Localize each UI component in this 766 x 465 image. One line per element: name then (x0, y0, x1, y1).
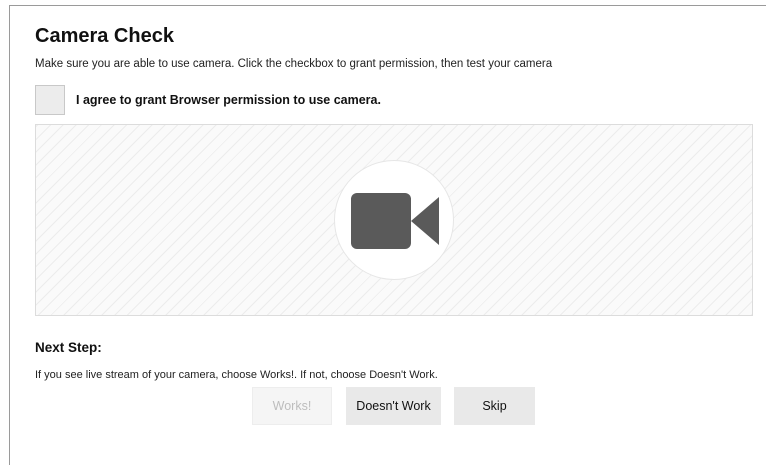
page-title: Camera Check (35, 25, 174, 47)
next-step-instructions: If you see live stream of your camera, c… (35, 369, 438, 381)
camera-placeholder-circle (334, 160, 454, 280)
next-step-heading: Next Step: (35, 340, 102, 355)
camera-permission-label[interactable]: I agree to grant Browser permission to u… (76, 93, 381, 107)
video-camera-icon (351, 193, 439, 249)
skip-button[interactable]: Skip (454, 387, 535, 425)
camera-permission-checkbox[interactable] (35, 85, 65, 115)
doesnt-work-button[interactable]: Doesn't Work (346, 387, 441, 425)
page-subtitle: Make sure you are able to use camera. Cl… (35, 58, 553, 70)
works-button[interactable]: Works! (252, 387, 332, 425)
camera-preview-area (35, 124, 753, 316)
